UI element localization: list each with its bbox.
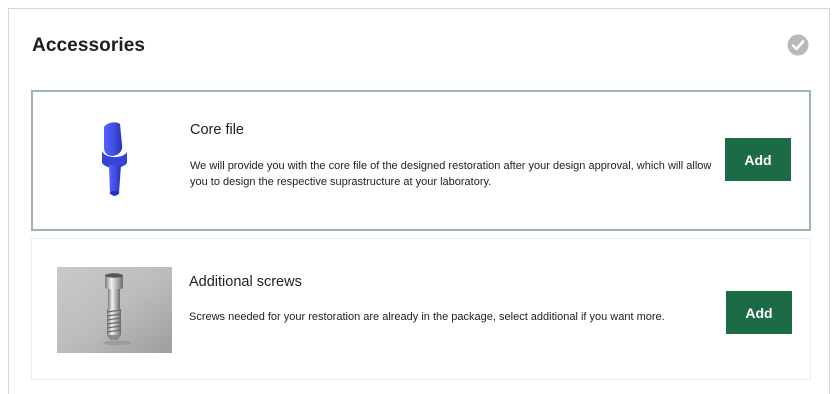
add-core-file-button[interactable]: Add [725,138,791,181]
item-description: Screws needed for your restoration are a… [189,311,665,323]
check-circle-icon [787,34,809,56]
screw-photo [57,267,172,353]
accessories-panel: Accessories Core file We will provide yo… [8,8,830,394]
abutment-core-icon [102,122,127,196]
accessory-card-additional-screws[interactable]: Additional screws Screws needed for your… [31,238,811,380]
item-description: We will provide you with the core file o… [190,160,712,188]
panel-header: Accessories [9,9,829,81]
panel-title: Accessories [32,35,146,56]
add-additional-screws-button[interactable]: Add [726,291,792,334]
accessory-card-core-file[interactable]: Core file We will provide you with the c… [31,90,811,231]
item-title: Additional screws [189,274,302,290]
item-title: Core file [190,122,244,138]
